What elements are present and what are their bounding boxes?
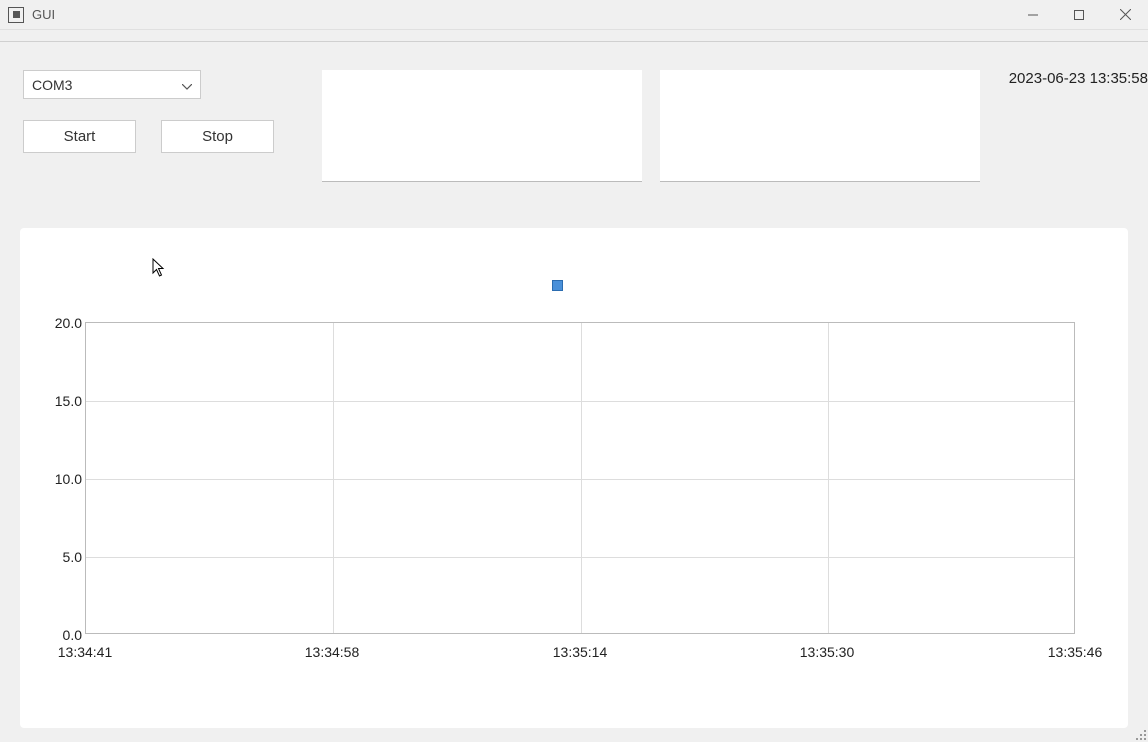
y-tick-label: 0.0 — [48, 627, 82, 643]
gridline — [333, 323, 334, 633]
x-tick-label: 13:34:41 — [58, 644, 113, 660]
close-button[interactable] — [1102, 0, 1148, 29]
window-controls — [1010, 0, 1148, 29]
resize-grip[interactable] — [1132, 726, 1146, 740]
port-select[interactable]: COM3 — [23, 70, 201, 99]
x-tick-label: 13:35:14 — [553, 644, 608, 660]
preview-pane-2 — [660, 70, 980, 182]
chevron-down-icon — [182, 77, 192, 93]
minimize-button[interactable] — [1010, 0, 1056, 29]
gridline — [581, 323, 582, 633]
y-tick-label: 5.0 — [48, 549, 82, 565]
maximize-button[interactable] — [1056, 0, 1102, 29]
close-icon — [1120, 9, 1131, 20]
gridline — [86, 557, 1074, 558]
chart-panel: 20.0 15.0 10.0 5.0 0.0 13:34:41 13:34:58… — [20, 228, 1128, 728]
gridline — [86, 479, 1074, 480]
toolbar-separator — [0, 30, 1148, 42]
x-tick-label: 13:35:46 — [1048, 644, 1103, 660]
y-tick-label: 15.0 — [48, 393, 82, 409]
gridline — [86, 401, 1074, 402]
gridline — [828, 323, 829, 633]
timestamp-label: 2023-06-23 13:35:58 — [1009, 70, 1148, 87]
content-area: COM3 Start Stop 2023-06-23 13:35:58 20.0… — [0, 42, 1148, 742]
start-button-label: Start — [64, 128, 96, 145]
legend-marker — [552, 280, 563, 291]
port-select-value: COM3 — [32, 77, 72, 93]
stop-button-label: Stop — [202, 128, 233, 145]
titlebar: GUI — [0, 0, 1148, 30]
preview-pane-1 — [322, 70, 642, 182]
x-tick-label: 13:35:30 — [800, 644, 855, 660]
plot-area[interactable] — [85, 322, 1075, 634]
stop-button[interactable]: Stop — [161, 120, 274, 153]
x-tick-label: 13:34:58 — [305, 644, 360, 660]
window-title: GUI — [32, 7, 55, 22]
minimize-icon — [1028, 10, 1038, 20]
y-tick-label: 20.0 — [48, 315, 82, 331]
y-tick-label: 10.0 — [48, 471, 82, 487]
maximize-icon — [1074, 10, 1084, 20]
start-button[interactable]: Start — [23, 120, 136, 153]
app-icon — [8, 7, 24, 23]
